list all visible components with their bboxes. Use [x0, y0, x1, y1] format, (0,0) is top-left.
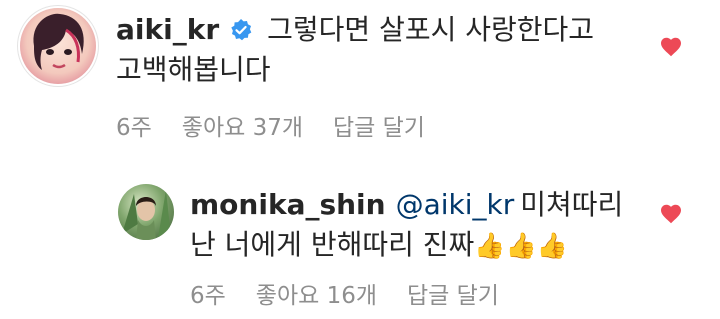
comment-text: 난 너에게 반해따리 진짜	[190, 228, 475, 261]
username[interactable]: aiki_kr	[116, 13, 219, 46]
likes-count[interactable]: 좋아요 16개	[256, 283, 377, 309]
avatar-illustration	[33, 13, 84, 70]
reply-button[interactable]: 답글 달기	[407, 283, 499, 309]
comment-thread: aiki_kr 그렇다면 살포시 사랑한다고 고백해봅니다 6주 좋아요 37개 답…	[0, 0, 720, 319]
username[interactable]: monika_shin	[190, 188, 386, 221]
heart-icon[interactable]	[659, 202, 683, 226]
comment-meta: 6주 좋아요 37개 답글 달기	[116, 108, 455, 142]
reply-comment: monika_shin @aiki_kr 미쳐따리 난 너에게 반해따리 진짜👍👍👍…	[0, 175, 720, 319]
reply-button[interactable]: 답글 달기	[333, 115, 425, 141]
comment-text-line: aiki_kr 그렇다면 살포시 사랑한다고	[116, 10, 636, 50]
avatar[interactable]	[118, 184, 174, 240]
heart-icon[interactable]	[659, 35, 683, 59]
thumbs-up-emoji: 👍👍👍	[474, 231, 568, 260]
comment-text: 미쳐따리	[520, 188, 624, 221]
verified-badge-icon	[231, 19, 252, 41]
likes-count[interactable]: 좋아요 37개	[182, 115, 303, 141]
comment-text-line: monika_shin @aiki_kr 미쳐따리	[190, 185, 640, 225]
comment-meta: 6주 좋아요 16개 답글 달기	[190, 276, 529, 310]
avatar[interactable]	[20, 8, 96, 84]
comment-time[interactable]: 6주	[190, 283, 226, 309]
comment-time[interactable]: 6주	[116, 115, 152, 141]
comment-text-line: 난 너에게 반해따리 진짜👍👍👍	[190, 225, 640, 266]
comment-text-line: 고백해봅니다	[116, 50, 636, 90]
mention-link[interactable]: @aiki_kr	[396, 188, 515, 221]
avatar-photo	[122, 190, 170, 240]
comment-body: monika_shin @aiki_kr 미쳐따리 난 너에게 반해따리 진짜👍👍👍	[190, 185, 640, 266]
comment-text: 그렇다면 살포시 사랑한다고	[267, 13, 595, 46]
comment-body: aiki_kr 그렇다면 살포시 사랑한다고 고백해봅니다	[116, 10, 636, 90]
comment: aiki_kr 그렇다면 살포시 사랑한다고 고백해봅니다 6주 좋아요 37개 답…	[0, 0, 720, 150]
comment-text: 고백해봅니다	[116, 53, 271, 86]
